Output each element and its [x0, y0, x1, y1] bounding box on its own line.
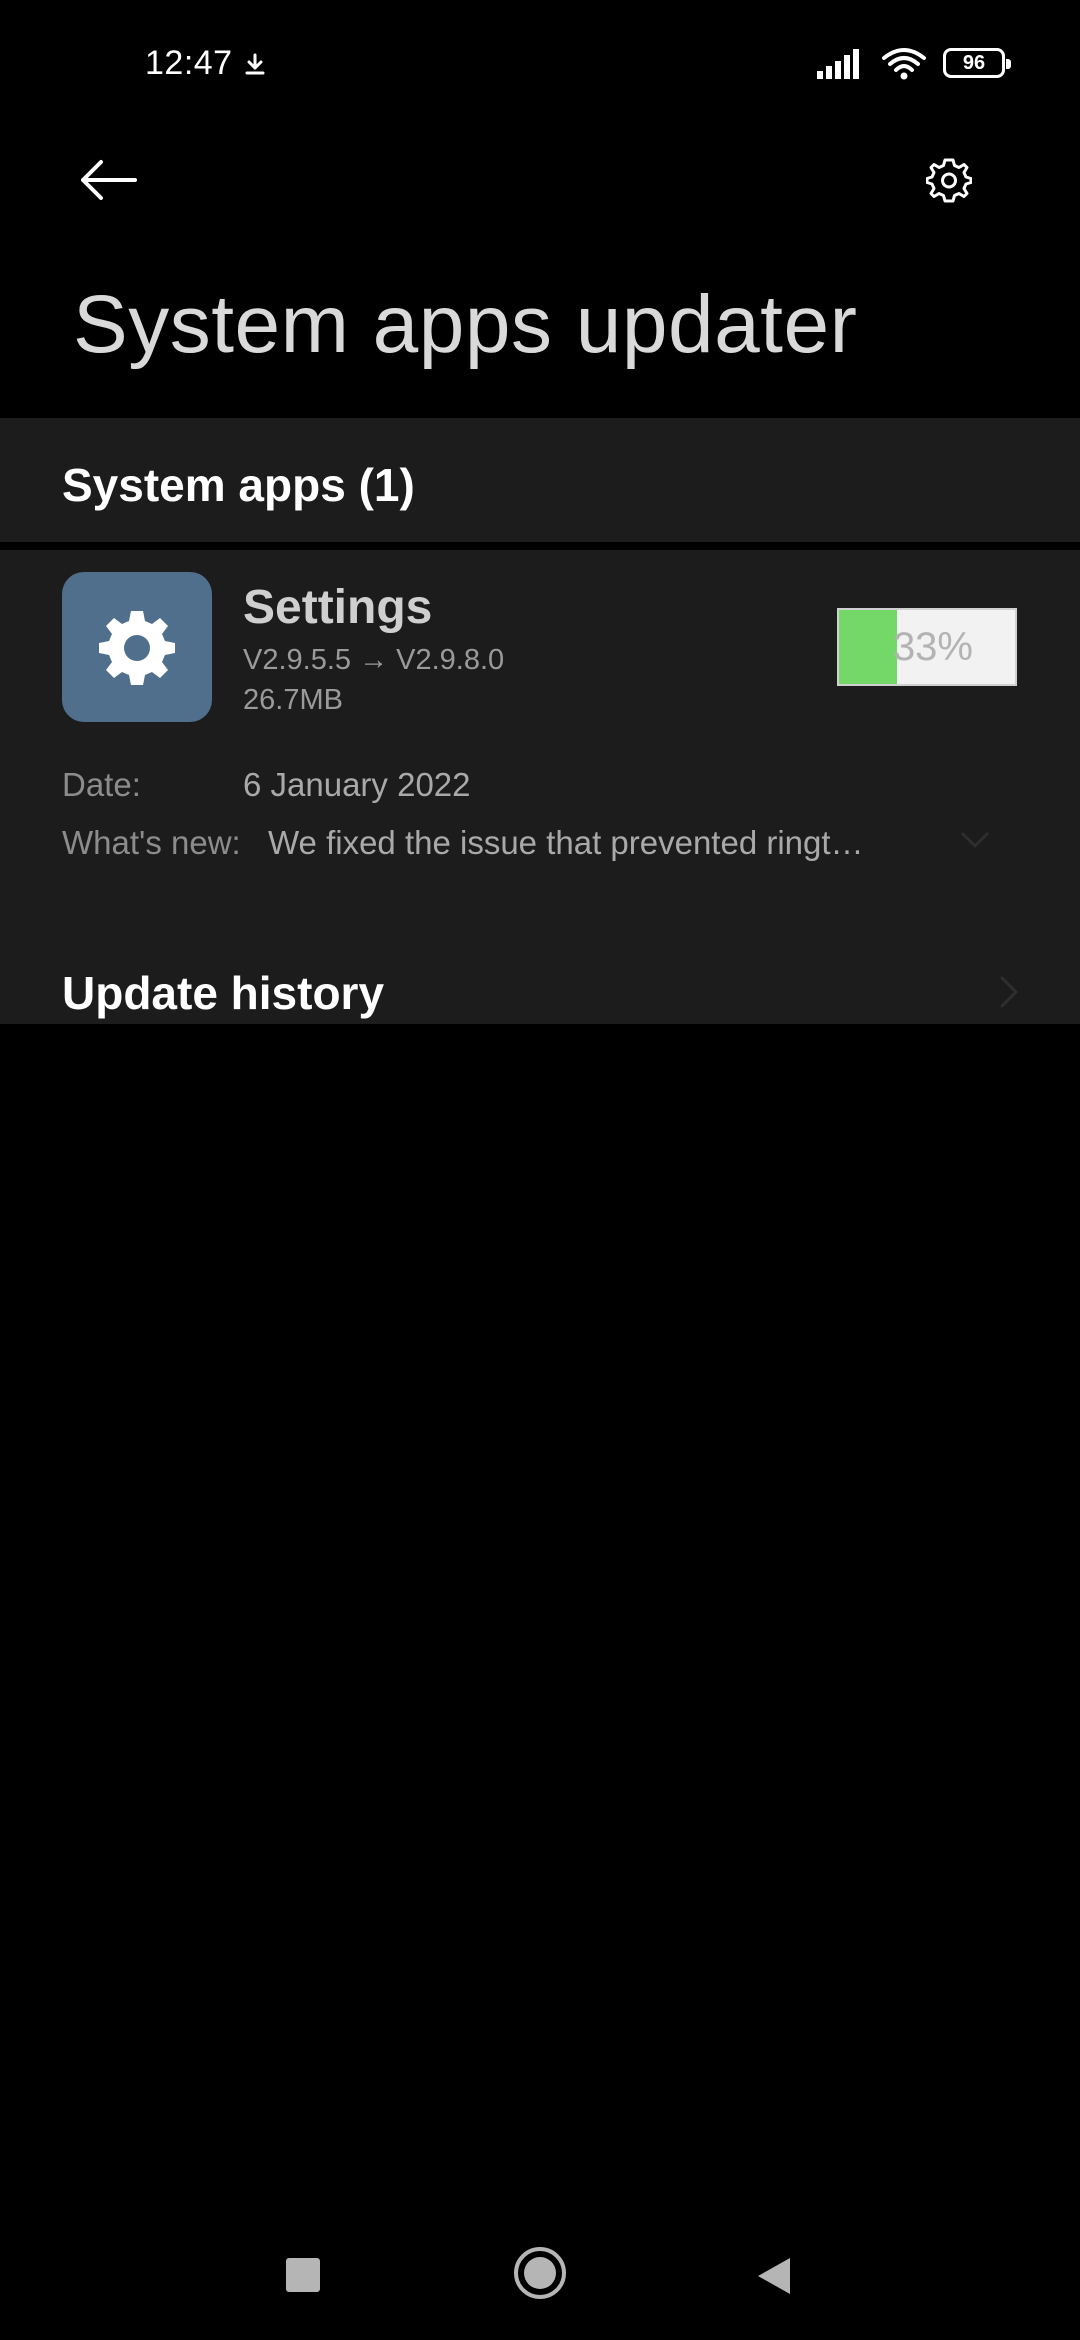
date-label: Date:	[62, 766, 141, 803]
battery-level: 96	[962, 52, 986, 74]
recents-button[interactable]	[286, 2258, 320, 2292]
download-icon	[245, 53, 265, 75]
status-time: 12:47	[145, 44, 233, 82]
app-update-card: Settings V2.9.5.5 → V2.9.8.0 26.7MB 33% …	[0, 550, 1080, 1024]
date-value: 6 January 2022	[243, 766, 471, 803]
nav-back-button[interactable]	[756, 2256, 792, 2296]
status-icons: 96	[817, 46, 1011, 80]
update-progress-button[interactable]: 33%	[837, 608, 1017, 686]
status-bar: 12:47 96	[0, 0, 1080, 130]
app-name: Settings	[243, 581, 433, 634]
whats-new-value: We fixed the issue that prevented ringt…	[268, 824, 864, 861]
section-label: System apps (1)	[62, 459, 415, 511]
wifi-icon	[882, 48, 926, 80]
settings-button[interactable]	[918, 150, 980, 210]
app-version: V2.9.5.5 → V2.9.8.0	[243, 644, 505, 676]
progress-text: 33%	[892, 624, 973, 669]
signal-icon	[817, 49, 859, 79]
home-button[interactable]	[512, 2245, 568, 2301]
battery-icon: 96	[943, 48, 1011, 78]
back-arrow-icon	[81, 160, 137, 200]
app-size: 26.7MB	[243, 684, 343, 716]
settings-gear-icon	[926, 158, 972, 203]
settings-app-icon	[62, 572, 212, 722]
update-history-label: Update history	[62, 967, 385, 1019]
update-history-row[interactable]: Update history	[0, 958, 1080, 1024]
chevron-right-icon	[1000, 976, 1018, 1008]
expand-chevron-down-icon[interactable]	[955, 820, 995, 860]
page-title: System apps updater	[73, 279, 858, 370]
whats-new-label: What's new:	[62, 824, 241, 861]
section-header: System apps (1)	[0, 418, 1080, 542]
gear-icon	[99, 611, 175, 685]
back-button[interactable]	[72, 150, 144, 210]
